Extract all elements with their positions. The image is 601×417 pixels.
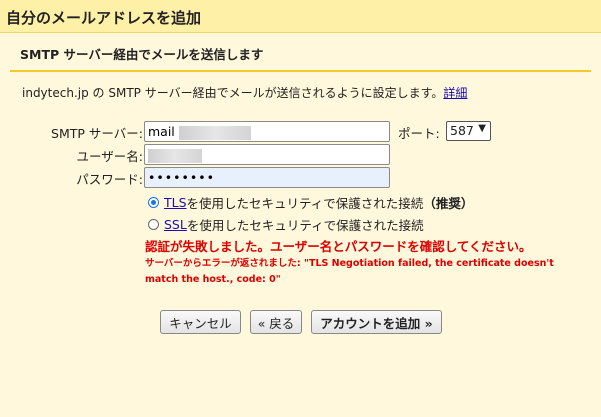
ssl-link[interactable]: SSL — [164, 217, 187, 232]
section-heading: SMTP サーバー経由でメールを送信します — [20, 47, 264, 62]
learn-more-link[interactable]: 詳細 — [443, 86, 467, 100]
port-label: ポート: — [398, 126, 440, 141]
cancel-button[interactable]: キャンセル — [160, 310, 241, 334]
tls-recommended: （推奨） — [423, 196, 474, 211]
port-select[interactable]: 587 ▼ — [446, 121, 491, 141]
ssl-radio[interactable] — [148, 219, 159, 230]
section-divider — [10, 70, 591, 72]
password-input[interactable]: •••••••• — [144, 167, 390, 188]
smtp-server-input[interactable]: mail — [144, 121, 390, 142]
back-button[interactable]: « 戻る — [250, 310, 302, 334]
tls-option[interactable]: TLS を使用したセキュリティで保護された接続 （推奨） — [148, 193, 473, 212]
dialog-title: 自分のメールアドレスを追加 — [6, 9, 202, 27]
chevron-down-icon: ▼ — [478, 123, 486, 134]
tls-link[interactable]: TLS — [164, 195, 187, 210]
intro-text: indytech.jp の SMTP サーバー経由でメールが送信されるように設定… — [22, 84, 467, 101]
tls-description: を使用したセキュリティで保護された接続 — [186, 196, 424, 211]
dialog-title-bar: 自分のメールアドレスを追加 — [0, 0, 601, 33]
redacted-username-blur — [148, 148, 202, 163]
password-label: パスワード: — [76, 172, 143, 187]
ssl-description: を使用したセキュリティで保護された接続 — [186, 218, 424, 233]
add-account-button[interactable]: アカウントを追加 » — [311, 310, 442, 334]
username-input[interactable] — [144, 144, 390, 165]
intro-description: indytech.jp の SMTP サーバー経由でメールが送信されるように設定… — [22, 86, 444, 100]
smtp-server-value: mail — [148, 124, 175, 139]
username-label: ユーザー名: — [76, 149, 143, 164]
smtp-server-label: SMTP サーバー: — [51, 126, 143, 141]
redacted-host-blur — [178, 125, 251, 140]
port-value: 587 — [450, 123, 474, 138]
ssl-option[interactable]: SSL を使用したセキュリティで保護された接続 — [148, 215, 424, 234]
server-error-detail: サーバーからエラーが返されました: "TLS Negotiation faile… — [145, 258, 554, 285]
tls-radio[interactable] — [148, 197, 159, 208]
auth-error-message: 認証が失敗しました。ユーザー名とパスワードを確認してください。 — [145, 239, 532, 254]
